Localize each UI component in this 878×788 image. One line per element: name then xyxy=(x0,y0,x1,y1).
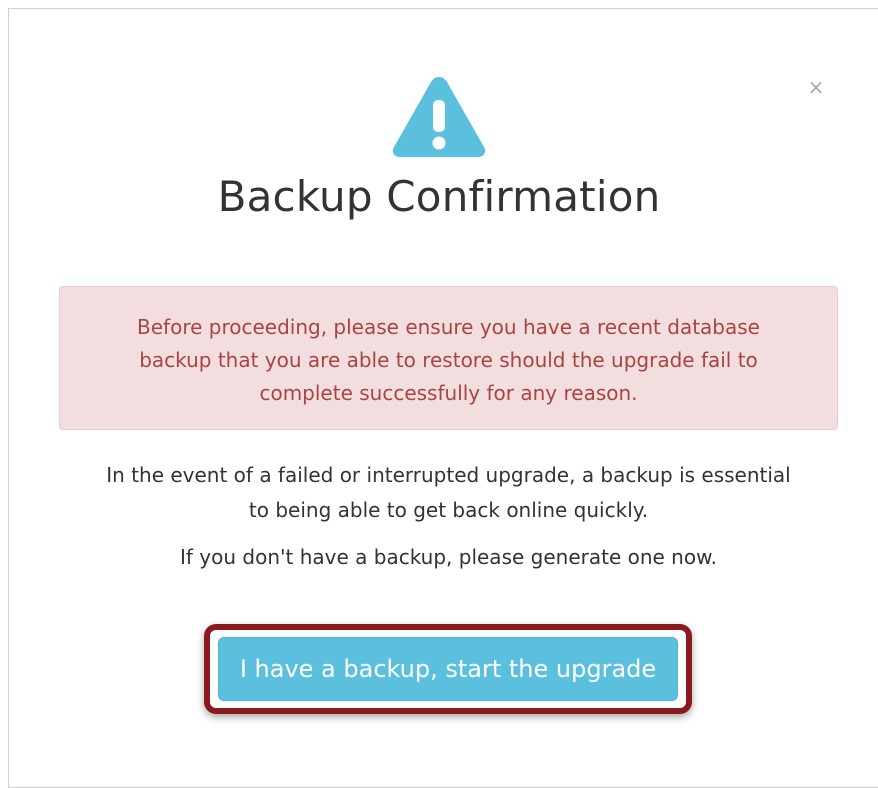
alert-text: Before proceeding, please ensure you hav… xyxy=(137,315,760,405)
start-upgrade-button[interactable]: I have a backup, start the upgrade xyxy=(218,637,678,701)
warning-triangle-icon xyxy=(392,77,486,157)
info-paragraph-failed-upgrade: In the event of a failed or interrupted … xyxy=(106,463,791,522)
backup-warning-alert: Before proceeding, please ensure you hav… xyxy=(59,286,838,430)
info-text: In the event of a failed or interrupted … xyxy=(100,458,797,587)
dialog-title: Backup Confirmation xyxy=(217,172,661,221)
info-paragraph-generate-backup: If you don't have a backup, please gener… xyxy=(180,545,717,569)
close-button[interactable]: × xyxy=(805,76,827,98)
